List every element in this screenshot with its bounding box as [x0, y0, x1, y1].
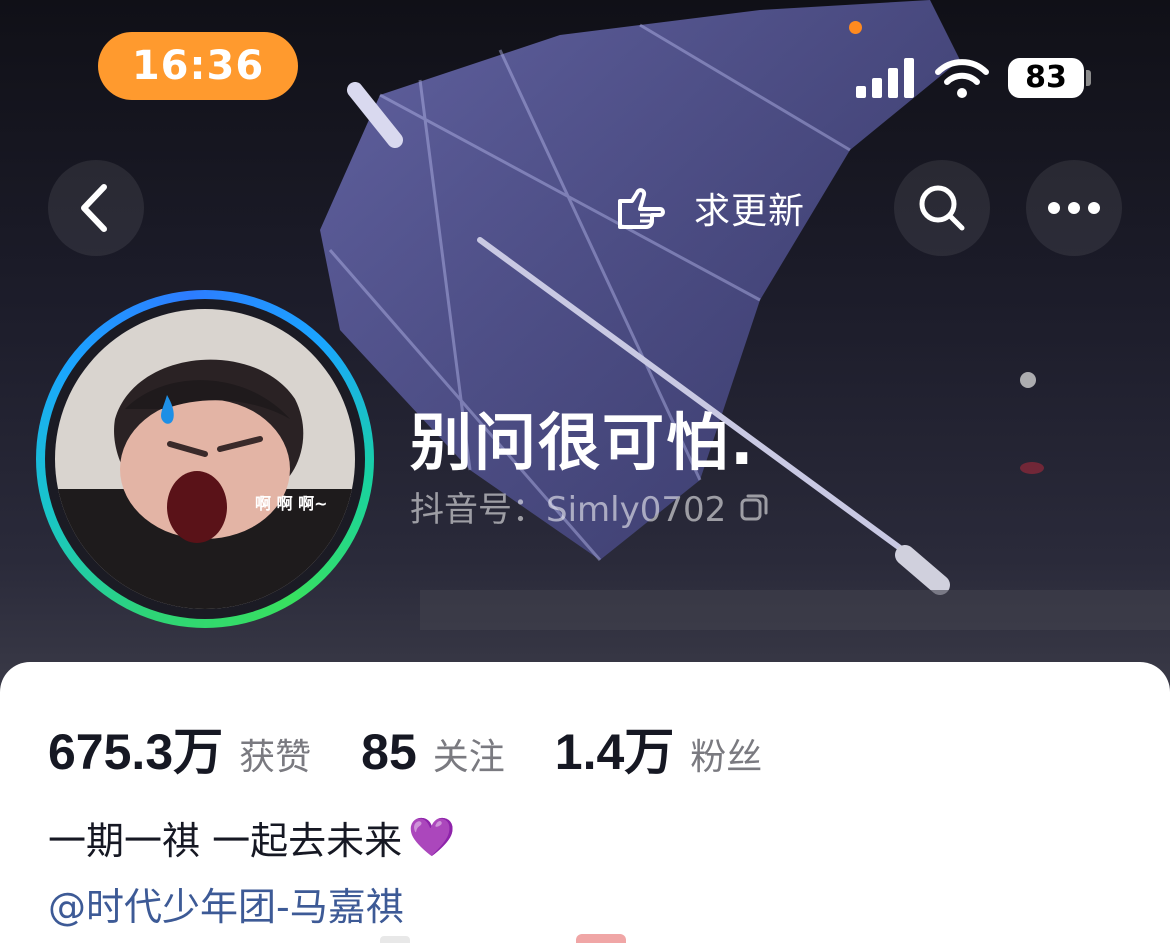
avatar-overlay-text: 啊 啊 啊~ [255, 494, 328, 513]
avatar[interactable]: 啊 啊 啊~ [36, 290, 374, 628]
avatar-frame: 啊 啊 啊~ [45, 299, 365, 619]
purple-heart-emoji: 💜 [408, 815, 456, 859]
back-button[interactable] [48, 160, 144, 256]
douyin-id: 抖音号：Simly0702 [410, 490, 727, 530]
profile-nickname: 别问很可怕. [410, 406, 756, 479]
bio-text: 一期一祺 一起去未来 [48, 819, 403, 863]
pointing-hand-icon [618, 188, 665, 229]
stat-likes-value: 675.3万 [48, 724, 224, 780]
copy-icon[interactable] [738, 491, 770, 523]
stat-likes-label: 获赞 [239, 737, 312, 778]
stat-followers-label: 粉丝 [690, 737, 763, 778]
battery-nub [1086, 70, 1091, 86]
request-update-button[interactable]: 求更新 [612, 178, 805, 238]
partial-tag [380, 936, 410, 943]
privacy-indicator-dot [849, 21, 862, 34]
profile-bio: 一期一祺 一起去未来 💜 [48, 810, 455, 865]
stat-following-value: 85 [361, 724, 417, 780]
more-options-button[interactable] [1026, 160, 1122, 256]
status-time: 16:36 [98, 32, 298, 100]
partial-badge [576, 934, 626, 943]
wifi-icon [935, 59, 989, 98]
avatar-photo: 啊 啊 啊~ [55, 309, 355, 609]
more-dots-icon [1048, 202, 1100, 214]
battery-indicator: 83 [1008, 58, 1084, 98]
douyin-id-row: 抖音号：Simly0702 [410, 482, 770, 531]
profile-stats: 675.3万 获赞 85 关注 1.4万 粉丝 [48, 712, 762, 784]
stat-followers-value: 1.4万 [554, 724, 675, 780]
cellular-signal-icon [856, 58, 914, 98]
stat-likes[interactable]: 675.3万 获赞 [48, 712, 311, 784]
stat-following[interactable]: 85 关注 [361, 723, 505, 781]
search-button[interactable] [894, 160, 990, 256]
stat-following-label: 关注 [432, 737, 505, 778]
chevron-left-icon [81, 184, 107, 232]
search-icon [919, 185, 965, 231]
bio-mention-link[interactable]: @时代少年团-马嘉祺 [48, 876, 404, 931]
request-update-label: 求更新 [694, 191, 806, 232]
stat-followers[interactable]: 1.4万 粉丝 [555, 712, 763, 784]
profile-header-banner: 16:36 83 求更新 啊 啊 啊~ 别问很可怕. 抖音号：Simly0702 [0, 0, 1170, 700]
